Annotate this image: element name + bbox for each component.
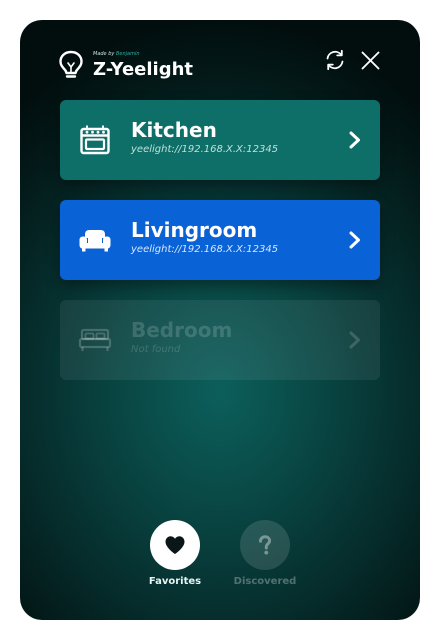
question-icon <box>259 535 272 555</box>
discovered-button[interactable] <box>240 520 290 570</box>
chevron-right-icon <box>349 331 360 349</box>
app-window: Made by Benjamin Z-Yeelight Kitchen yeel… <box>20 20 420 620</box>
lightbulb-icon <box>59 50 83 78</box>
chevron-right-icon <box>349 231 360 249</box>
device-url: yeelight://192.168.X.X:12345 <box>131 144 279 155</box>
tab-favorites[interactable]: Favorites <box>135 520 215 600</box>
device-status: Not found <box>131 344 181 355</box>
sofa-icon <box>79 230 111 252</box>
header: Made by Benjamin Z-Yeelight <box>20 20 420 100</box>
device-name: Kitchen <box>131 118 217 142</box>
favorites-button[interactable] <box>150 520 200 570</box>
device-name: Livingroom <box>131 218 258 242</box>
tab-discovered[interactable]: Discovered <box>225 520 305 600</box>
made-by-prefix: Made by <box>93 51 115 57</box>
made-by-credit: Made by Benjamin <box>93 51 140 57</box>
device-url: yeelight://192.168.X.X:12345 <box>131 244 279 255</box>
device-card-livingroom[interactable]: Livingroom yeelight://192.168.X.X:12345 <box>60 200 380 280</box>
stove-icon <box>80 125 110 155</box>
made-by-author: Benjamin <box>115 51 140 57</box>
device-name: Bedroom <box>131 318 233 342</box>
close-icon[interactable] <box>360 50 381 71</box>
chevron-right-icon <box>349 131 360 149</box>
app-title: Z-Yeelight <box>93 59 194 80</box>
bed-icon <box>78 328 112 351</box>
tab-label: Discovered <box>233 576 297 587</box>
tab-label: Favorites <box>148 576 202 587</box>
device-card-kitchen[interactable]: Kitchen yeelight://192.168.X.X:12345 <box>60 100 380 180</box>
refresh-icon[interactable] <box>324 49 346 71</box>
heart-icon <box>165 536 185 554</box>
device-card-bedroom: Bedroom Not found <box>60 300 380 380</box>
